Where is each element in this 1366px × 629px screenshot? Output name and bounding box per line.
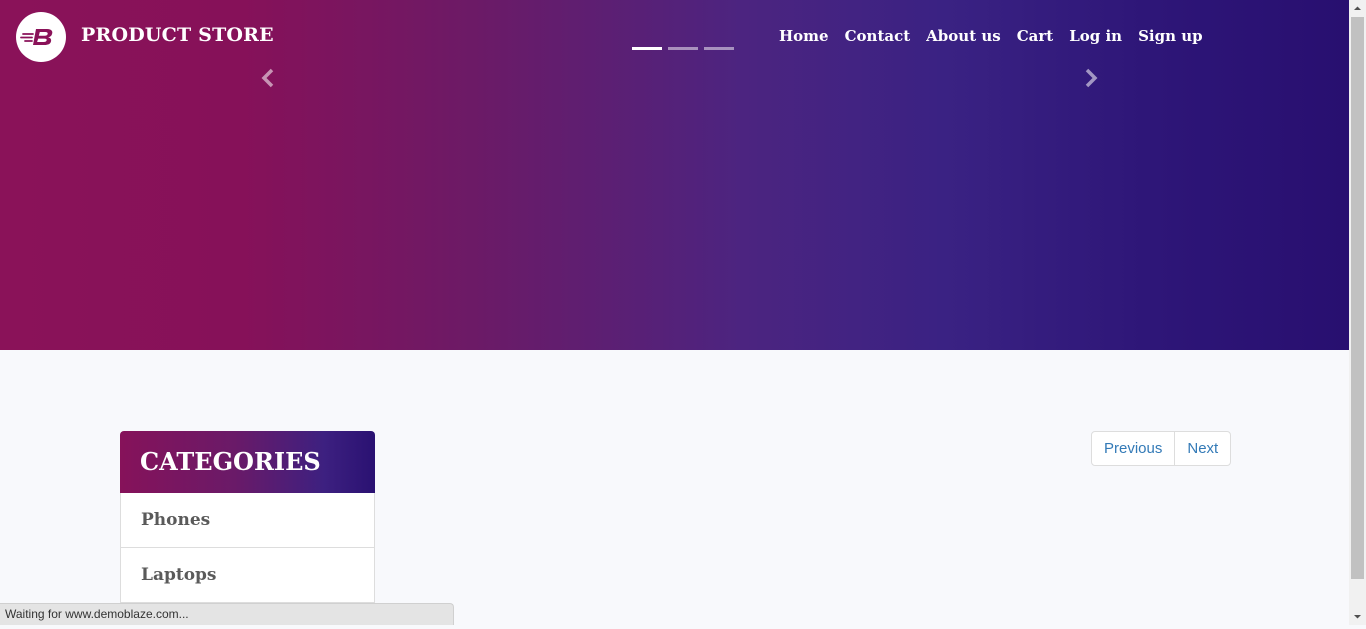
category-phones[interactable]: Phones (120, 493, 375, 548)
blazemeter-b-icon (20, 29, 53, 45)
carousel-indicator-1[interactable] (632, 47, 662, 50)
browser-status-bar: Waiting for www.demoblaze.com... (0, 603, 454, 625)
carousel-next-button[interactable] (1079, 66, 1103, 90)
pagination: Previous Next (1091, 431, 1232, 466)
next-button[interactable]: Next (1174, 432, 1231, 465)
category-laptops[interactable]: Laptops (120, 548, 375, 603)
nav-cart-link[interactable]: Cart (1009, 27, 1062, 45)
main-nav: Home Contact About us Cart Log in Sign u… (771, 27, 1211, 45)
carousel-indicator-2[interactable] (668, 47, 698, 50)
chevron-left-icon (261, 68, 274, 88)
nav-login-link[interactable]: Log in (1061, 27, 1130, 45)
scroll-up-arrow-icon[interactable] (1349, 0, 1366, 17)
carousel-indicators (632, 47, 734, 50)
nav-signup-link[interactable]: Sign up (1130, 27, 1211, 45)
carousel-indicator-3[interactable] (704, 47, 734, 50)
categories-header[interactable]: CATEGORIES (120, 431, 375, 493)
scroll-down-arrow-icon[interactable] (1349, 608, 1366, 625)
previous-button[interactable]: Previous (1092, 432, 1175, 465)
categories-list: CATEGORIES Phones Laptops (120, 431, 375, 603)
page-scrollbar[interactable] (1349, 0, 1366, 625)
hero-carousel: PRODUCT STORE Home Contact About us Cart… (0, 0, 1349, 350)
nav-about-link[interactable]: About us (918, 27, 1009, 45)
logo[interactable] (16, 12, 66, 62)
carousel-prev-button[interactable] (256, 66, 280, 90)
nav-contact-link[interactable]: Contact (837, 27, 919, 45)
chevron-right-icon (1085, 68, 1098, 88)
brand-title[interactable]: PRODUCT STORE (81, 24, 274, 46)
scrollbar-thumb[interactable] (1351, 17, 1364, 579)
nav-home-link[interactable]: Home (771, 27, 837, 45)
